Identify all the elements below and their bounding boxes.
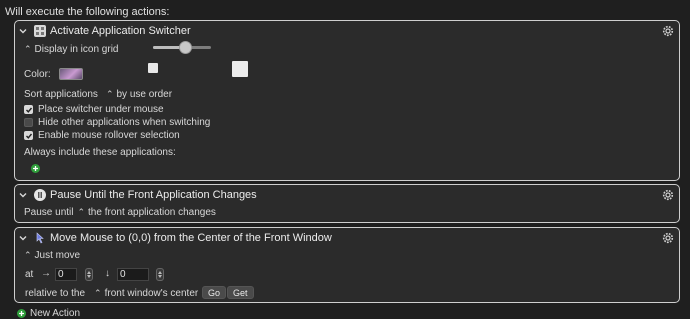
- plus-icon: [17, 309, 26, 318]
- pause-label: Pause until: [24, 207, 74, 218]
- checkbox[interactable]: [24, 105, 33, 114]
- action-pause-until[interactable]: Pause Until the Front Application Change…: [14, 184, 680, 223]
- action-title: Activate Application Switcher: [50, 25, 191, 37]
- at-label: at: [25, 269, 34, 280]
- move-mode-popup[interactable]: ⌃ Just move: [24, 250, 80, 261]
- action-header: Pause Until the Front Application Change…: [15, 185, 679, 205]
- relative-label: relative to the: [25, 288, 86, 299]
- display-mode-popup[interactable]: ⌃ Display in icon grid: [24, 44, 118, 55]
- checkbox-label: Place switcher under mouse: [38, 104, 164, 115]
- slider-knob[interactable]: [179, 41, 192, 54]
- y-stepper[interactable]: [156, 268, 164, 281]
- always-include-label: Always include these applications:: [24, 147, 176, 158]
- checkbox-row[interactable]: Hide other applications when switching: [24, 117, 210, 128]
- checkbox-label: Hide other applications when switching: [38, 117, 211, 128]
- mouse-move-icon: [34, 232, 46, 244]
- sort-popup[interactable]: by use order: [116, 89, 172, 100]
- action-title: Move Mouse to (0,0) from the Center of t…: [50, 232, 332, 244]
- y-coordinate-field[interactable]: 0: [117, 268, 149, 281]
- pause-row: Pause until ⌃ the front application chan…: [24, 207, 216, 218]
- action-title: Pause Until the Front Application Change…: [50, 189, 257, 201]
- checkbox[interactable]: [24, 131, 33, 140]
- arrow-down-icon: ↓: [105, 268, 110, 279]
- checkbox-row[interactable]: Place switcher under mouse: [24, 104, 164, 115]
- add-application-button[interactable]: [31, 164, 40, 173]
- arrow-right-icon: →: [41, 268, 51, 279]
- new-action-button[interactable]: New Action: [17, 308, 80, 319]
- pause-condition-popup[interactable]: the front application changes: [88, 207, 216, 218]
- checkbox-row[interactable]: Enable mouse rollover selection: [24, 130, 180, 141]
- app-switcher-icon: [34, 25, 46, 37]
- action-header: Move Mouse to (0,0) from the Center of t…: [15, 228, 679, 248]
- relative-row: relative to the ⌃ front window's center: [25, 288, 198, 299]
- sort-row: Sort applications ⌃ by use order: [24, 89, 172, 100]
- color-label: Color:: [24, 68, 51, 80]
- action-activate-application-switcher[interactable]: Activate Application Switcher ⌃ Display …: [14, 20, 680, 181]
- relative-popup[interactable]: front window's center: [105, 288, 199, 299]
- x-coordinate-field[interactable]: 0: [55, 268, 77, 281]
- actions-heading: Will execute the following actions:: [5, 6, 170, 18]
- large-icon-size-icon: [232, 61, 248, 77]
- action-header: Activate Application Switcher: [15, 21, 679, 41]
- move-mode-value: Just move: [34, 250, 81, 261]
- checkbox-label: Enable mouse rollover selection: [38, 130, 180, 141]
- chevron-down-icon[interactable]: [18, 26, 28, 36]
- gear-icon[interactable]: [661, 188, 675, 202]
- icon-size-slider[interactable]: [153, 41, 211, 54]
- color-swatch[interactable]: [58, 68, 83, 80]
- updown-icon: ⌃: [94, 288, 102, 298]
- display-mode-value: Display in icon grid: [34, 44, 119, 55]
- action-move-mouse[interactable]: Move Mouse to (0,0) from the Center of t…: [14, 227, 680, 303]
- checkbox[interactable]: [24, 118, 33, 127]
- color-row: Color:: [24, 68, 83, 80]
- updown-icon: ⌃: [24, 44, 32, 54]
- updown-icon: ⌃: [105, 89, 114, 99]
- chevron-down-icon[interactable]: [18, 233, 28, 243]
- macro-editor: Will execute the following actions: Acti…: [0, 0, 690, 319]
- x-stepper[interactable]: [85, 268, 93, 281]
- go-button[interactable]: Go: [202, 286, 227, 299]
- get-button[interactable]: Get: [227, 286, 254, 299]
- plus-icon: [31, 164, 40, 173]
- gear-icon[interactable]: [661, 231, 675, 245]
- sort-label: Sort applications: [24, 89, 98, 100]
- updown-icon: ⌃: [77, 207, 86, 217]
- pause-icon: [34, 189, 46, 201]
- new-action-label: New Action: [30, 308, 81, 319]
- chevron-down-icon[interactable]: [18, 190, 28, 200]
- small-icon-size-icon: [148, 63, 158, 73]
- updown-icon: ⌃: [24, 250, 32, 260]
- gear-icon[interactable]: [661, 24, 675, 38]
